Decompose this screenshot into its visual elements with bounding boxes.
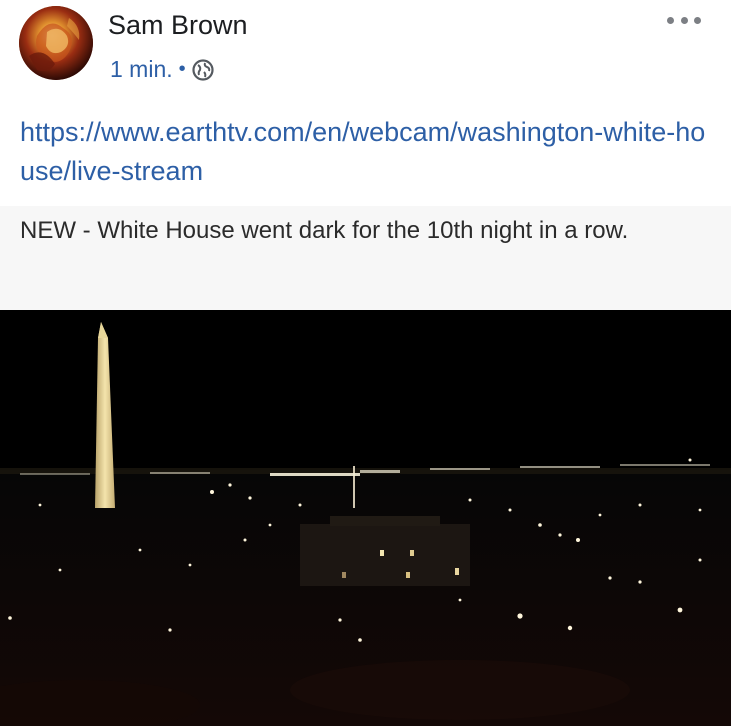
more-options-icon — [667, 16, 674, 24]
night-webcam-image — [0, 310, 731, 726]
shared-link[interactable]: https://www.earthtv.com/en/webcam/washin… — [20, 113, 710, 191]
globe-icon — [192, 58, 214, 81]
facebook-post: Sam Brown 1 min. • https://www.earthtv.c… — [0, 0, 731, 726]
timestamp[interactable]: 1 min. — [110, 56, 173, 83]
post-photo[interactable] — [0, 310, 731, 726]
post-meta: 1 min. • — [110, 56, 214, 83]
avatar-image — [19, 6, 93, 80]
post-caption: NEW - White House went dark for the 10th… — [20, 217, 629, 244]
avatar[interactable] — [19, 6, 93, 80]
more-options-button[interactable] — [667, 10, 701, 30]
author-name[interactable]: Sam Brown — [108, 10, 248, 41]
meta-separator: • — [178, 58, 186, 80]
link-caption-box: NEW - White House went dark for the 10th… — [0, 206, 731, 310]
post-header: Sam Brown 1 min. • — [0, 0, 731, 96]
